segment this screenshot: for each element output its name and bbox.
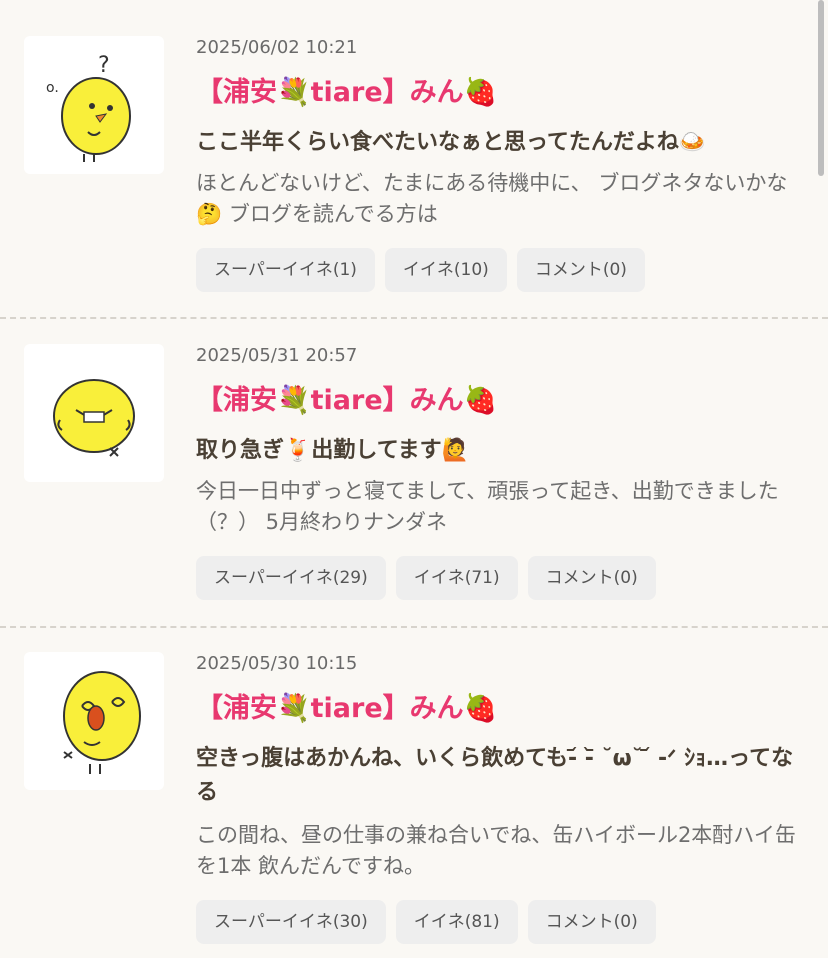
chick-illustration-icon: ? o. [46, 53, 131, 162]
comment-button[interactable]: コメント(0) [527, 900, 656, 944]
post-author[interactable]: 【浦安💐tiare】みん🍓 [196, 74, 497, 112]
post-title[interactable]: ここ半年くらい食べたいなぁと思ってたんだよね🍛 [196, 126, 796, 160]
comment-button[interactable]: コメント(0) [516, 248, 645, 292]
post-thumbnail[interactable]: ? o. [24, 36, 164, 174]
post-excerpt: ほとんどないけど、たまにある待機中に、 ブログネタないかな🤔 ブログを読んでる方… [196, 171, 788, 226]
post-title[interactable]: 空きっ腹はあかんね、いくら飲めても-᷄ -᷅ ˘ω˘ ᷄ -ᐟ ｼｮ…ってなる [196, 742, 796, 810]
super-like-button[interactable]: スーパーイイネ(30) [196, 900, 386, 944]
post-divider [0, 317, 828, 319]
post-author[interactable]: 【浦安💐tiare】みん🍓 [196, 382, 497, 420]
super-like-button[interactable]: スーパーイイネ(1) [196, 248, 375, 292]
svg-text:?: ? [98, 53, 110, 78]
post-excerpt: 今日一日中ずっと寝てまして、頑張って起き、出勤できました（？） 5月終わりナンダ… [196, 479, 779, 534]
post-actions: スーパーイイネ(30) イイネ(81) コメント(0) [196, 900, 656, 944]
post-divider [0, 626, 828, 628]
super-like-button[interactable]: スーパーイイネ(29) [196, 556, 386, 600]
blog-post[interactable]: 2025/05/30 10:15 【浦安💐tiare】みん🍓 空きっ腹はあかんね… [0, 652, 816, 948]
comment-button[interactable]: コメント(0) [527, 556, 656, 600]
blog-post[interactable]: ? o. 2025/06/02 10:21 【浦安💐tiare】みん🍓 ここ半年… [0, 36, 816, 296]
like-button[interactable]: イイネ(10) [384, 248, 507, 292]
post-title[interactable]: 取り急ぎ🍹出勤してます🙋 [196, 434, 796, 468]
blog-feed: ? o. 2025/06/02 10:21 【浦安💐tiare】みん🍓 ここ半年… [0, 0, 828, 958]
post-actions: スーパーイイネ(1) イイネ(10) コメント(0) [196, 248, 645, 292]
blog-post[interactable]: 2025/05/31 20:57 【浦安💐tiare】みん🍓 取り急ぎ🍹出勤して… [0, 344, 816, 604]
post-date: 2025/05/31 20:57 [196, 345, 358, 366]
chick-illustration-icon [53, 379, 135, 457]
post-excerpt: この間ね、昼の仕事の兼ね合いでね、缶ハイボール2本酎ハイ缶を1本 飲んだんですね… [196, 823, 796, 878]
svg-text:o.: o. [46, 80, 59, 96]
post-actions: スーパーイイネ(29) イイネ(71) コメント(0) [196, 556, 656, 600]
post-thumbnail[interactable] [24, 652, 164, 790]
post-date: 2025/05/30 10:15 [196, 653, 358, 674]
like-button[interactable]: イイネ(81) [395, 900, 518, 944]
post-author[interactable]: 【浦安💐tiare】みん🍓 [196, 690, 497, 728]
chick-illustration-icon [63, 671, 141, 774]
post-thumbnail[interactable] [24, 344, 164, 482]
post-date: 2025/06/02 10:21 [196, 37, 358, 58]
scrollbar[interactable] [818, 0, 824, 176]
like-button[interactable]: イイネ(71) [395, 556, 518, 600]
